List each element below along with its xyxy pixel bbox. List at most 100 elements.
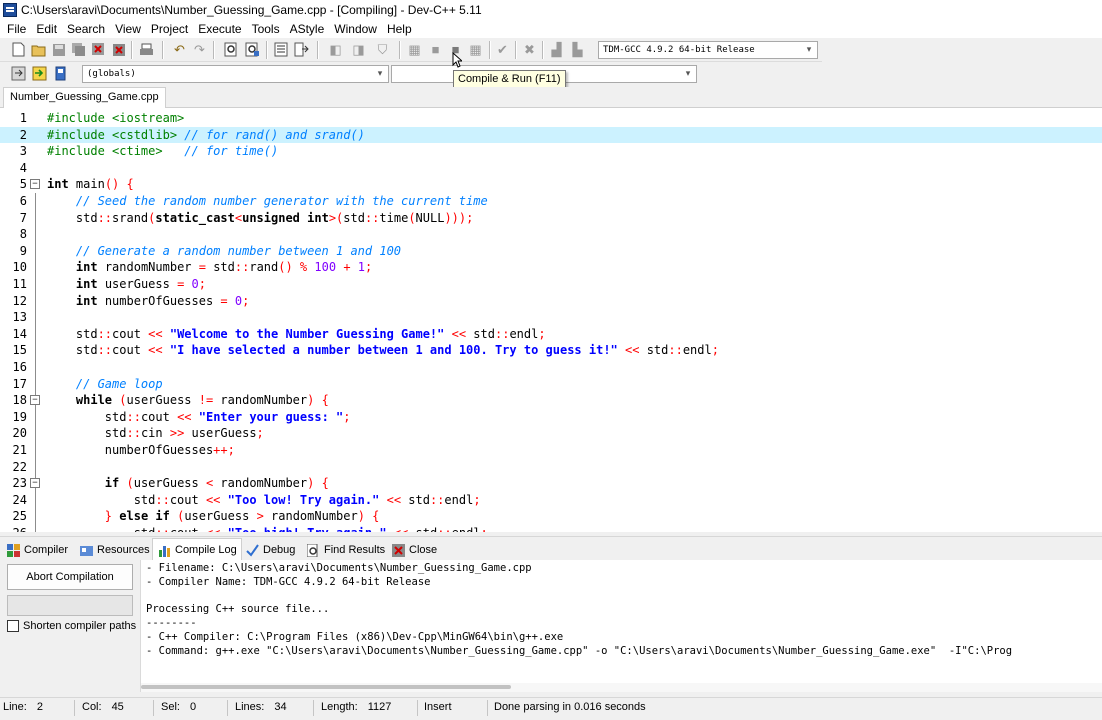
toolbar-separator xyxy=(317,41,318,59)
chevron-down-icon: ▾ xyxy=(685,69,691,79)
run-icon[interactable]: ■ xyxy=(427,41,444,58)
toggle-bookmark-icon[interactable] xyxy=(31,65,48,82)
code-line[interactable]: 12 int numberOfGuesses = 0; xyxy=(0,293,1102,310)
shorten-paths-option[interactable]: Shorten compiler paths xyxy=(7,620,136,632)
code-line[interactable]: 23− if (userGuess < randomNumber) { xyxy=(0,475,1102,492)
code-line[interactable]: 11 int userGuess = 0; xyxy=(0,276,1102,293)
code-line[interactable]: 26 std::cout << "Too high! Try again." <… xyxy=(0,525,1102,532)
code-line[interactable]: 22 xyxy=(0,459,1102,476)
code-line[interactable]: 9 // Generate a random number between 1 … xyxy=(0,243,1102,260)
profile-icon[interactable]: ▙ xyxy=(569,41,586,58)
fold-toggle-icon[interactable]: − xyxy=(30,478,40,489)
code-line[interactable]: 14 std::cout << "Welcome to the Number G… xyxy=(0,326,1102,343)
project-remove-icon[interactable]: ◨ xyxy=(350,41,367,58)
code-line[interactable]: 5− int main() { xyxy=(0,176,1102,193)
menu-view[interactable]: View xyxy=(110,20,146,38)
code-line[interactable]: 18− while (userGuess != randomNumber) { xyxy=(0,392,1102,409)
compiler-select[interactable]: TDM-GCC 4.9.2 64-bit Release ▾ xyxy=(598,41,818,59)
tab-close[interactable]: Close xyxy=(391,540,437,560)
code-text: std::cout << "Enter your guess: "; xyxy=(47,409,351,426)
save-all-icon[interactable] xyxy=(70,41,87,58)
code-text: int userGuess = 0; xyxy=(47,276,206,293)
code-line[interactable]: 21 numberOfGuesses++; xyxy=(0,442,1102,459)
debug-icon[interactable]: ▟ xyxy=(548,41,565,58)
code-line[interactable]: 1 #include <iostream> xyxy=(0,110,1102,127)
new-file-icon[interactable] xyxy=(10,41,27,58)
menu-project[interactable]: Project xyxy=(146,20,193,38)
code-token: randomNumber xyxy=(213,476,308,491)
code-line[interactable]: 2 #include <cstdlib> // for rand() and sr… xyxy=(0,126,1102,144)
shorten-paths-checkbox[interactable] xyxy=(7,620,19,632)
close-all-icon[interactable] xyxy=(110,41,127,58)
code-line[interactable]: 17 // Game loop xyxy=(0,376,1102,393)
title-bar: C:\Users\aravi\Documents\Number_Guessing… xyxy=(0,0,1102,20)
tab-find-results[interactable]: Find Results xyxy=(306,540,385,560)
code-text: std::cout << "Too high! Try again." << s… xyxy=(47,525,488,532)
menu-tools[interactable]: Tools xyxy=(247,20,285,38)
project-options-icon[interactable]: ⛉ xyxy=(374,41,391,58)
code-line[interactable]: 20 std::cin >> userGuess; xyxy=(0,425,1102,442)
find-icon[interactable] xyxy=(223,41,240,58)
code-token: << xyxy=(394,526,408,532)
status-col-label: Col: xyxy=(82,701,102,713)
scope-select[interactable]: (globals) ▾ xyxy=(82,65,389,83)
code-line[interactable]: 25 } else if (userGuess > randomNumber) … xyxy=(0,508,1102,525)
compile-icon[interactable]: ▦ xyxy=(406,41,423,58)
save-icon[interactable] xyxy=(50,41,67,58)
fold-toggle-icon[interactable]: − xyxy=(30,179,40,190)
tab-compiler[interactable]: Compiler xyxy=(6,540,68,560)
code-line[interactable]: 13 xyxy=(0,309,1102,326)
print-icon[interactable] xyxy=(138,41,155,58)
code-line[interactable]: 10 int randomNumber = std::rand() % 100 … xyxy=(0,259,1102,276)
menu-window[interactable]: Window xyxy=(329,20,382,38)
menu-astyle[interactable]: AStyle xyxy=(285,20,330,38)
undo-icon[interactable]: ↶ xyxy=(171,41,188,58)
code-line[interactable]: 7 std::srand(static_cast<unsigned int>(s… xyxy=(0,210,1102,227)
menu-help[interactable]: Help xyxy=(382,20,417,38)
code-token: std xyxy=(205,260,235,275)
code-line[interactable]: 8 xyxy=(0,226,1102,243)
stop-execution-icon[interactable]: ✖ xyxy=(521,41,538,58)
fold-toggle-icon[interactable]: − xyxy=(30,395,40,406)
goto-bookmark-icon[interactable] xyxy=(52,65,69,82)
code-line[interactable]: 4 xyxy=(0,160,1102,177)
menu-file[interactable]: File xyxy=(2,20,31,38)
toolbar-separator xyxy=(489,41,490,59)
scrollbar-thumb[interactable] xyxy=(141,685,511,689)
menu-edit[interactable]: Edit xyxy=(31,20,62,38)
open-file-icon[interactable] xyxy=(30,41,47,58)
tab-compile-log[interactable]: Compile Log xyxy=(152,538,242,561)
abort-compilation-button[interactable]: Abort Compilation xyxy=(7,564,133,590)
code-line[interactable]: 24 std::cout << "Too low! Try again." <<… xyxy=(0,492,1102,509)
code-line[interactable]: 3 #include <ctime> // for time() xyxy=(0,143,1102,160)
code-line[interactable]: 16 xyxy=(0,359,1102,376)
project-add-icon[interactable]: ◧ xyxy=(327,41,344,58)
compile-log-output[interactable]: - Filename: C:\Users\aravi\Documents\Num… xyxy=(140,560,1102,692)
code-editor[interactable]: 1 #include <iostream> 2 #include <cstdlib> … xyxy=(0,108,1102,532)
code-text: std::srand(static_cast<unsigned int>(std… xyxy=(47,210,473,227)
replace-icon[interactable] xyxy=(244,41,261,58)
code-line[interactable]: 6 // Seed the random number generator wi… xyxy=(0,193,1102,210)
goto-line-icon[interactable] xyxy=(273,41,290,58)
code-line[interactable]: 15 std::cout << "I have selected a numbe… xyxy=(0,342,1102,359)
insert-icon[interactable] xyxy=(10,65,27,82)
code-token: std xyxy=(47,326,98,341)
code-token: << xyxy=(206,526,220,532)
close-file-icon[interactable] xyxy=(90,41,107,58)
redo-icon[interactable]: ↷ xyxy=(191,41,208,58)
log-horizontal-scrollbar[interactable] xyxy=(141,683,1102,692)
code-token: // Generate a random number between 1 an… xyxy=(75,243,402,258)
code-token: () % xyxy=(278,260,308,275)
tab-debug[interactable]: Debug xyxy=(245,540,295,560)
menu-execute[interactable]: Execute xyxy=(193,20,246,38)
menu-search[interactable]: Search xyxy=(62,20,110,38)
tab-compile-log-label: Compile Log xyxy=(175,544,237,556)
file-tab[interactable]: Number_Guessing_Game.cpp xyxy=(3,87,166,108)
code-token: rand xyxy=(249,260,279,275)
rebuild-all-icon[interactable]: ▦ xyxy=(467,41,484,58)
goto-function-icon[interactable] xyxy=(293,41,310,58)
syntax-check-icon[interactable]: ✔ xyxy=(494,41,511,58)
code-line[interactable]: 19 std::cout << "Enter your guess: "; xyxy=(0,409,1102,426)
tab-resources[interactable]: Resources xyxy=(79,540,150,560)
chevron-down-icon: ▾ xyxy=(806,45,812,55)
